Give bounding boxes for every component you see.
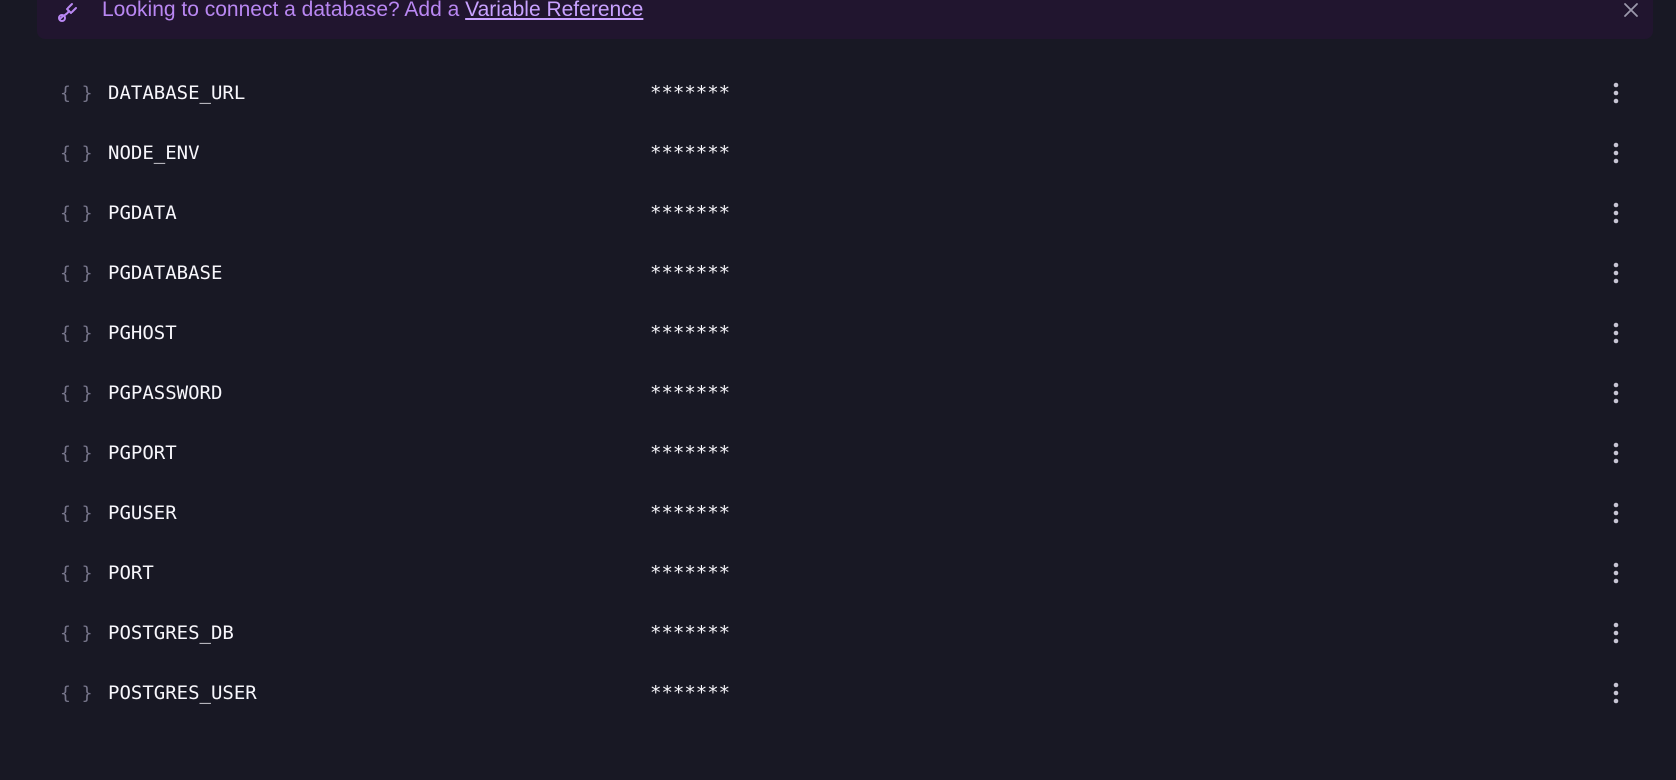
variable-name: PGHOST — [108, 322, 177, 344]
variable-value: ******* — [650, 82, 731, 104]
variable-row[interactable]: { } PGHOST ******* — [0, 308, 1676, 368]
variable-row[interactable]: { } PGPASSWORD ******* — [0, 368, 1676, 428]
variable-name: POSTGRES_DB — [108, 622, 234, 644]
close-icon — [1622, 1, 1640, 24]
variable-value: ******* — [650, 562, 731, 584]
variable-name: DATABASE_URL — [108, 82, 246, 104]
database-reference-banner: Looking to connect a database? Add a Var… — [37, 0, 1653, 39]
variable-menu-button[interactable] — [1604, 681, 1628, 709]
variable-type-icon: { } — [60, 143, 93, 164]
more-vertical-icon — [1613, 82, 1619, 109]
variable-type-icon: { } — [60, 263, 93, 284]
more-vertical-icon — [1613, 682, 1619, 709]
plug-icon — [55, 1, 79, 25]
variable-name: PGUSER — [108, 502, 177, 524]
variable-row[interactable]: { } PGDATA ******* — [0, 188, 1676, 248]
more-vertical-icon — [1613, 322, 1619, 349]
variable-row[interactable]: { } PGUSER ******* — [0, 488, 1676, 548]
variable-name: PGDATABASE — [108, 262, 223, 284]
variable-value: ******* — [650, 622, 731, 644]
variable-value: ******* — [650, 682, 731, 704]
variable-row[interactable]: { } PGDATABASE ******* — [0, 248, 1676, 308]
variable-name: PGPORT — [108, 442, 177, 464]
variable-name: NODE_ENV — [108, 142, 200, 164]
variable-menu-button[interactable] — [1604, 381, 1628, 409]
variable-name: PORT — [108, 562, 154, 584]
variable-value: ******* — [650, 322, 731, 344]
variable-name: PGDATA — [108, 202, 177, 224]
variable-type-icon: { } — [60, 563, 93, 584]
more-vertical-icon — [1613, 382, 1619, 409]
variable-name: PGPASSWORD — [108, 382, 223, 404]
more-vertical-icon — [1613, 442, 1619, 469]
variable-type-icon: { } — [60, 503, 93, 524]
variable-type-icon: { } — [60, 683, 93, 704]
variable-menu-button[interactable] — [1604, 81, 1628, 109]
variable-row[interactable]: { } POSTGRES_USER ******* — [0, 668, 1676, 728]
variable-value: ******* — [650, 502, 731, 524]
variable-value: ******* — [650, 262, 731, 284]
variable-row[interactable]: { } PORT ******* — [0, 548, 1676, 608]
variable-row[interactable]: { } PGPORT ******* — [0, 428, 1676, 488]
variable-row[interactable]: { } POSTGRES_DB ******* — [0, 608, 1676, 668]
more-vertical-icon — [1613, 142, 1619, 169]
variable-type-icon: { } — [60, 623, 93, 644]
variable-menu-button[interactable] — [1604, 321, 1628, 349]
variable-reference-link[interactable]: Variable Reference — [465, 0, 643, 21]
more-vertical-icon — [1613, 622, 1619, 649]
more-vertical-icon — [1613, 202, 1619, 229]
more-vertical-icon — [1613, 262, 1619, 289]
variable-row[interactable]: { } NODE_ENV ******* — [0, 128, 1676, 188]
variable-value: ******* — [650, 142, 731, 164]
variable-value: ******* — [650, 442, 731, 464]
variable-menu-button[interactable] — [1604, 261, 1628, 289]
variable-value: ******* — [650, 202, 731, 224]
variable-type-icon: { } — [60, 323, 93, 344]
variable-menu-button[interactable] — [1604, 621, 1628, 649]
more-vertical-icon — [1613, 562, 1619, 589]
variable-menu-button[interactable] — [1604, 201, 1628, 229]
variable-menu-button[interactable] — [1604, 501, 1628, 529]
variable-name: POSTGRES_USER — [108, 682, 257, 704]
banner-message: Looking to connect a database? Add a Var… — [102, 0, 643, 23]
variable-menu-button[interactable] — [1604, 141, 1628, 169]
variable-menu-button[interactable] — [1604, 561, 1628, 589]
variable-list: { } DATABASE_URL ******* { } NODE_ENV **… — [0, 68, 1676, 728]
banner-text: Looking to connect a database? Add a — [102, 0, 460, 21]
variable-type-icon: { } — [60, 203, 93, 224]
variable-type-icon: { } — [60, 383, 93, 404]
variable-type-icon: { } — [60, 83, 93, 104]
more-vertical-icon — [1613, 502, 1619, 529]
close-banner-button[interactable] — [1619, 0, 1643, 24]
variable-value: ******* — [650, 382, 731, 404]
variable-row[interactable]: { } DATABASE_URL ******* — [0, 68, 1676, 128]
variable-menu-button[interactable] — [1604, 441, 1628, 469]
variable-type-icon: { } — [60, 443, 93, 464]
